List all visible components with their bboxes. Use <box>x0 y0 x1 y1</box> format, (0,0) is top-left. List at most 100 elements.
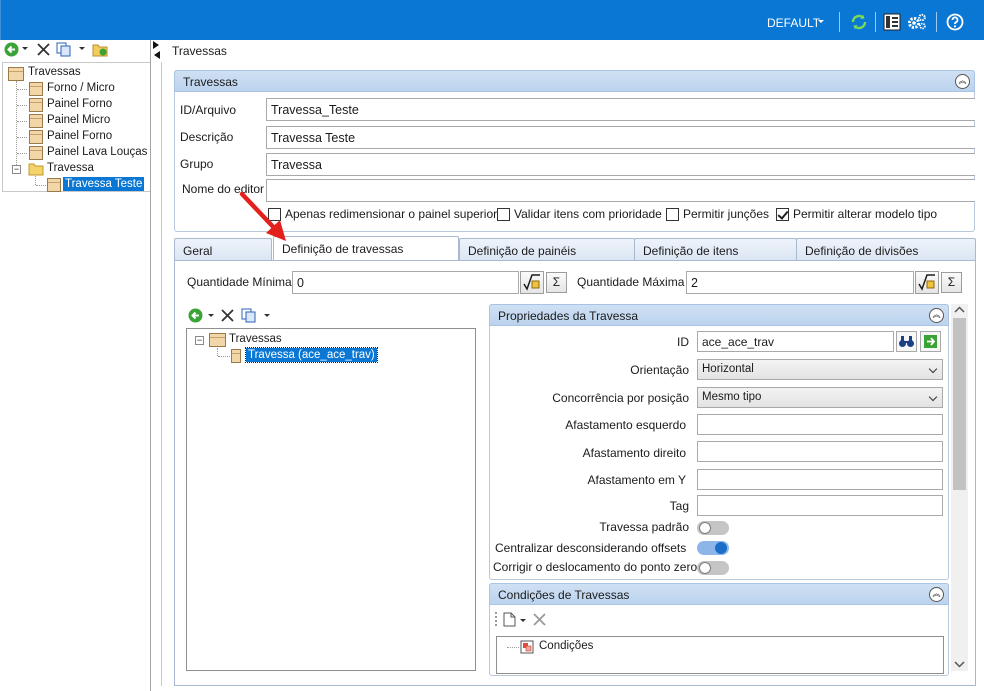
tree-root-travessas[interactable]: Travessas <box>28 66 81 78</box>
formula-button[interactable] <box>520 271 544 294</box>
id-field[interactable]: Travessa_Teste <box>266 98 975 121</box>
min-quantity-field[interactable]: 0 <box>292 271 519 294</box>
travessas-tree-view: − Travessas Travessa (ace_ace_trav) <box>186 328 476 671</box>
tree-item[interactable]: Painel Micro <box>47 114 110 126</box>
delete-icon[interactable] <box>533 613 546 626</box>
sigma-button[interactable]: Σ <box>546 272 567 293</box>
panel-icon <box>47 178 61 192</box>
back-arrow-icon[interactable] <box>4 42 19 57</box>
y-offset-field[interactable] <box>697 469 943 490</box>
tree-connector <box>507 647 519 648</box>
checkbox-allow-change-model[interactable] <box>776 208 789 221</box>
formula-button[interactable] <box>915 271 939 294</box>
tree-item-selected[interactable]: Travessa (ace_ace_trav) <box>245 347 378 363</box>
collapse-up-icon[interactable]: ︽ <box>929 308 944 323</box>
profile-dropdown[interactable]: DEFAULT <box>767 16 820 30</box>
section-header: Travessas ︽ <box>174 70 975 92</box>
settings-gears-icon[interactable] <box>907 13 927 31</box>
center-offsets-toggle[interactable] <box>697 541 729 555</box>
tree-connector <box>17 153 27 154</box>
copy-icon[interactable] <box>241 308 257 323</box>
fix-zero-point-toggle[interactable] <box>697 561 729 575</box>
max-quantity-field[interactable]: 2 <box>686 271 914 294</box>
tree-item-selected[interactable]: Travessa Teste <box>63 177 145 191</box>
tree-connector <box>17 121 27 122</box>
chevron-down-icon[interactable] <box>520 619 526 622</box>
tree-item[interactable]: Painel Forno <box>47 130 112 142</box>
section-title: Condições de Travessas <box>498 588 630 602</box>
checkbox-validate-priority[interactable] <box>497 208 510 221</box>
tag-field[interactable] <box>697 495 943 516</box>
left-toolbar <box>0 40 150 60</box>
toolbar-separator <box>875 12 876 32</box>
scrollbar-thumb[interactable] <box>953 318 966 490</box>
properties-scrollbar[interactable] <box>951 304 968 671</box>
export-folder-icon[interactable] <box>92 42 109 57</box>
tree-folder-travessa[interactable]: Travessa <box>47 162 94 174</box>
back-arrow-icon[interactable] <box>188 308 203 323</box>
concurrency-select[interactable]: Mesmo tipo <box>697 387 943 408</box>
breadcrumb: Travessas <box>172 44 227 58</box>
search-button[interactable] <box>896 331 917 352</box>
chevron-down-icon[interactable] <box>79 47 85 50</box>
tree-item-conditions[interactable]: Condições <box>539 640 593 652</box>
tab-definicao-travessas[interactable]: Definição de travessas <box>273 236 459 261</box>
tree-item[interactable]: Forno / Micro <box>47 82 115 94</box>
tree-item[interactable]: Painel Lava Louças <box>47 146 147 158</box>
tab-definicao-itens[interactable]: Definição de itens <box>634 238 797 260</box>
collapse-toggle-icon[interactable]: − <box>12 165 21 174</box>
editor-name-field[interactable] <box>266 179 975 202</box>
left-offset-field[interactable] <box>697 414 943 435</box>
tab-definicao-paineis[interactable]: Definição de painéis <box>459 238 635 260</box>
group-field[interactable]: Travessa <box>266 153 975 176</box>
section-header: Condições de Travessas ︽ <box>489 583 949 605</box>
collapse-toggle-icon[interactable]: − <box>195 336 204 345</box>
tree-root-travessas[interactable]: Travessas <box>229 333 282 345</box>
copy-icon[interactable] <box>56 42 72 57</box>
default-travessa-toggle[interactable] <box>697 521 729 535</box>
chevron-down-icon[interactable] <box>208 314 214 317</box>
new-document-icon[interactable] <box>503 612 516 627</box>
chevron-down-icon <box>928 392 938 402</box>
section-title: Propriedades da Travessa <box>498 309 639 323</box>
delete-icon[interactable] <box>37 43 50 56</box>
right-offset-field[interactable] <box>697 441 943 462</box>
refresh-icon[interactable] <box>850 13 868 31</box>
scroll-down-icon[interactable] <box>954 660 965 668</box>
delete-icon[interactable] <box>221 309 234 322</box>
panel-icon <box>29 130 43 144</box>
checkbox-allow-joins[interactable] <box>666 208 679 221</box>
travessa-id-field[interactable]: ace_ace_trav <box>697 331 894 352</box>
min-quantity-label: Quantidade Mínima <box>187 275 292 289</box>
formula-icon <box>523 274 540 291</box>
default-travessa-label: Travessa padrão <box>599 520 689 534</box>
tree-connector <box>17 105 27 106</box>
orientation-label: Orientação <box>630 363 689 377</box>
sigma-button[interactable]: Σ <box>941 272 962 293</box>
collapse-panel-arrows-icon[interactable] <box>152 40 161 60</box>
chevron-down-icon[interactable] <box>818 20 824 23</box>
help-icon[interactable] <box>946 13 964 31</box>
collapse-up-icon[interactable]: ︽ <box>929 587 944 602</box>
scroll-up-icon[interactable] <box>954 306 965 314</box>
tree-connector <box>36 185 46 186</box>
tree-connector <box>16 81 17 169</box>
concurrency-label: Concorrência por posição <box>552 391 689 405</box>
description-field[interactable]: Travessa Teste <box>266 126 975 149</box>
tree-item[interactable]: Painel Forno <box>47 98 112 110</box>
go-button[interactable] <box>920 331 941 352</box>
tree-connector <box>35 176 36 185</box>
chevron-down-icon[interactable] <box>22 47 28 50</box>
chevron-down-icon[interactable] <box>264 314 270 317</box>
tab-definicao-divisoes[interactable]: Definição de divisões <box>796 238 976 260</box>
id-label: ID <box>677 335 689 349</box>
orientation-select[interactable]: Horizontal <box>697 359 943 380</box>
go-arrow-icon <box>924 335 937 348</box>
binoculars-icon <box>899 336 914 347</box>
collapse-up-icon[interactable]: ︽ <box>955 74 970 89</box>
checkbox-label: Permitir junções <box>683 207 770 221</box>
panel-layout-icon[interactable] <box>883 13 901 31</box>
annotation-arrow-icon <box>239 191 286 241</box>
left-offset-label: Afastamento esquerdo <box>565 418 686 432</box>
conditions-icon <box>520 640 534 654</box>
